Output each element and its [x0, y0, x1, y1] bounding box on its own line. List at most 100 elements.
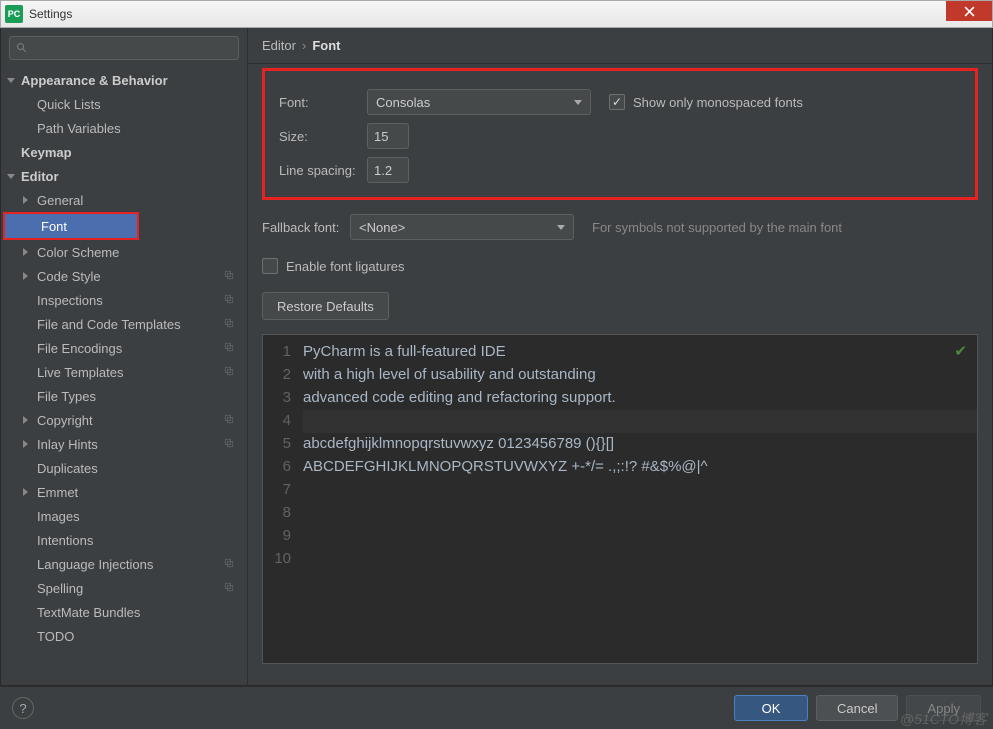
tree-item-inlay-hints[interactable]: Inlay Hints — [1, 432, 247, 456]
close-button[interactable] — [946, 1, 992, 21]
settings-tree[interactable]: Appearance & Behavior Quick Lists Path Var… — [1, 68, 247, 685]
tree-item-label: Live Templates — [37, 365, 123, 380]
tree-item-todo[interactable]: TODO — [1, 624, 247, 648]
tree-item-file-types[interactable]: File Types — [1, 384, 247, 408]
app-icon: PC — [5, 5, 23, 23]
scope-badge-icon — [223, 317, 235, 332]
tree-item-label: Color Scheme — [37, 245, 119, 260]
tree-item-label: Inspections — [37, 293, 103, 308]
tree-item-label: Path Variables — [37, 121, 121, 136]
tree-item-file-and-code-templates[interactable]: File and Code Templates — [1, 312, 247, 336]
tree-item-label: General — [37, 193, 83, 208]
chevron-down-icon — [557, 225, 565, 230]
fallback-font-dropdown[interactable]: <None> — [350, 214, 574, 240]
tree-item-label: TextMate Bundles — [37, 605, 140, 620]
scope-badge-icon — [223, 341, 235, 356]
tree-item-keymap[interactable]: Keymap — [1, 140, 247, 164]
tree-item-editor[interactable]: Editor — [1, 164, 247, 188]
apply-button[interactable]: Apply — [906, 695, 981, 721]
ligatures-label: Enable font ligatures — [286, 259, 405, 274]
tree-item-quick-lists[interactable]: Quick Lists — [1, 92, 247, 116]
scope-badge-icon — [223, 269, 235, 284]
line-spacing-label: Line spacing: — [279, 163, 367, 178]
cancel-button[interactable]: Cancel — [816, 695, 898, 721]
fallback-font-label: Fallback font: — [262, 220, 350, 235]
show-monospaced-label: Show only monospaced fonts — [633, 95, 803, 110]
fallback-font-value: <None> — [359, 220, 405, 235]
tree-item-label: Emmet — [37, 485, 78, 500]
scope-badge-icon — [223, 365, 235, 380]
scope-badge-icon — [223, 557, 235, 572]
window-title: Settings — [29, 7, 72, 21]
tree-item-label: File and Code Templates — [37, 317, 181, 332]
restore-defaults-button[interactable]: Restore Defaults — [262, 292, 389, 320]
dialog-footer: ? OK Cancel Apply — [0, 686, 993, 729]
tree-item-emmet[interactable]: Emmet — [1, 480, 247, 504]
tree-item-label: Language Injections — [37, 557, 153, 572]
preview-code: PyCharm is a full-featured IDEwith a hig… — [299, 335, 977, 663]
tree-item-path-variables[interactable]: Path Variables — [1, 116, 247, 140]
font-dropdown-value: Consolas — [376, 95, 430, 110]
font-preview[interactable]: 12345678910 PyCharm is a full-featured I… — [262, 334, 978, 664]
tree-item-color-scheme[interactable]: Color Scheme — [1, 240, 247, 264]
tree-item-inspections[interactable]: Inspections — [1, 288, 247, 312]
ok-button[interactable]: OK — [734, 695, 808, 721]
tree-item-label: Copyright — [37, 413, 93, 428]
size-label: Size: — [279, 129, 367, 144]
scope-badge-icon — [223, 581, 235, 596]
size-input[interactable] — [367, 123, 409, 149]
tree-item-language-injections[interactable]: Language Injections — [1, 552, 247, 576]
tree-item-label: Intentions — [37, 533, 93, 548]
tree-item-duplicates[interactable]: Duplicates — [1, 456, 247, 480]
fallback-font-row: Fallback font: <None> For symbols not su… — [262, 214, 978, 240]
tree-item-label: Inlay Hints — [37, 437, 98, 452]
tree-item-intentions[interactable]: Intentions — [1, 528, 247, 552]
tree-item-label: TODO — [37, 629, 74, 644]
breadcrumb-current: Font — [312, 38, 340, 53]
breadcrumb: Editor › Font — [248, 28, 992, 64]
tree-item-spelling[interactable]: Spelling — [1, 576, 247, 600]
sidebar: Appearance & Behavior Quick Lists Path Var… — [1, 28, 248, 685]
chevron-down-icon — [574, 100, 582, 105]
tree-item-label: File Encodings — [37, 341, 122, 356]
checkbox-icon — [609, 94, 625, 110]
close-icon — [964, 6, 975, 17]
font-settings-block: Font: Consolas Show only monospaced font… — [262, 68, 978, 200]
enable-ligatures-checkbox[interactable]: Enable font ligatures — [262, 258, 978, 274]
scope-badge-icon — [223, 293, 235, 308]
tree-item-code-style[interactable]: Code Style — [1, 264, 247, 288]
tree-item-label: Duplicates — [37, 461, 98, 476]
tree-item-label: Code Style — [37, 269, 101, 284]
content-body: Font: Consolas Show only monospaced font… — [248, 64, 992, 685]
tree-item-images[interactable]: Images — [1, 504, 247, 528]
scope-badge-icon — [223, 413, 235, 428]
tree-item-live-templates[interactable]: Live Templates — [1, 360, 247, 384]
preview-gutter: 12345678910 — [263, 335, 299, 663]
search-input[interactable] — [9, 36, 239, 60]
search-icon — [16, 42, 28, 54]
tree-item-label: Images — [37, 509, 80, 524]
titlebar: PC Settings — [0, 0, 993, 28]
tree-item-label: Appearance & Behavior — [21, 73, 168, 88]
tree-item-appearance-behavior[interactable]: Appearance & Behavior — [1, 68, 247, 92]
checkbox-icon — [262, 258, 278, 274]
tree-item-font[interactable]: Font — [5, 214, 137, 238]
tree-item-copyright[interactable]: Copyright — [1, 408, 247, 432]
fallback-hint: For symbols not supported by the main fo… — [592, 220, 842, 235]
content-panel: Editor › Font Font: Consolas Show only m… — [248, 28, 992, 685]
tree-item-file-encodings[interactable]: File Encodings — [1, 336, 247, 360]
tree-item-label: Editor — [21, 169, 59, 184]
font-dropdown[interactable]: Consolas — [367, 89, 591, 115]
tree-item-general[interactable]: General — [1, 188, 247, 212]
tree-item-label: Spelling — [37, 581, 83, 596]
show-monospaced-checkbox[interactable]: Show only monospaced fonts — [609, 94, 803, 110]
tree-item-label: Quick Lists — [37, 97, 101, 112]
font-label: Font: — [279, 95, 367, 110]
main-container: Appearance & Behavior Quick Lists Path Var… — [0, 28, 993, 686]
chevron-right-icon: › — [302, 38, 306, 53]
help-button[interactable]: ? — [12, 697, 34, 719]
breadcrumb-parent[interactable]: Editor — [262, 38, 296, 53]
tree-item-label: Font — [41, 219, 67, 234]
line-spacing-input[interactable] — [367, 157, 409, 183]
tree-item-textmate-bundles[interactable]: TextMate Bundles — [1, 600, 247, 624]
